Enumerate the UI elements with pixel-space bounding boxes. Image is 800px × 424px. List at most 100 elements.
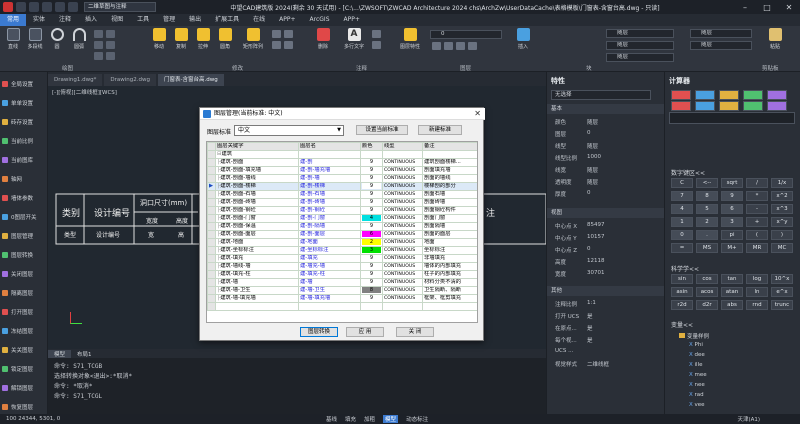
calc-sci-key[interactable]: tan bbox=[721, 274, 743, 284]
linetype-dropdown[interactable]: 随层 bbox=[606, 41, 674, 50]
layer-grid[interactable]: 图层关键字 图层名 颜色 线型 备注 ⊟建筑 ├建筑-剖面 建-剖 9 CONTINUO… bbox=[206, 141, 478, 323]
prop-value[interactable]: 1000 bbox=[587, 154, 601, 160]
maximize-icon[interactable]: □ bbox=[756, 3, 778, 12]
section-basic[interactable]: 基本 bbox=[547, 104, 665, 114]
calc-sci-key[interactable]: e^x bbox=[771, 287, 793, 297]
calc-variable[interactable]: X nee bbox=[689, 382, 705, 388]
cell-color[interactable]: 9 bbox=[360, 158, 383, 167]
tab-ext-tools[interactable]: 扩展工具 bbox=[208, 14, 246, 26]
dim-tool-icon[interactable] bbox=[372, 30, 381, 38]
status-scale[interactable]: 天津(A1) bbox=[737, 415, 760, 423]
cell-linetype[interactable]: CONTINUOUS bbox=[382, 270, 423, 279]
prop-value[interactable]: 随层 bbox=[587, 166, 598, 174]
redo-icon[interactable] bbox=[68, 2, 78, 12]
cell-color[interactable]: 9 bbox=[360, 270, 383, 279]
calc-key[interactable]: 8 bbox=[696, 191, 718, 201]
calc-key[interactable]: pi bbox=[721, 230, 743, 240]
layer-tool3-icon[interactable] bbox=[456, 42, 465, 50]
new-file-icon[interactable] bbox=[16, 2, 26, 12]
calc-key[interactable]: 4 bbox=[671, 204, 693, 214]
calc-variable[interactable]: X Phi bbox=[689, 342, 703, 348]
polyline-button[interactable]: 多段线 bbox=[24, 28, 46, 50]
cell-color[interactable] bbox=[360, 150, 383, 159]
mirror-tool-icon[interactable] bbox=[284, 30, 293, 38]
calc-variable[interactable]: X mee bbox=[689, 372, 707, 378]
cell-color[interactable]: 9 bbox=[360, 278, 383, 287]
calc-sci-key[interactable]: sin bbox=[671, 274, 693, 284]
open-file-icon[interactable] bbox=[29, 2, 39, 12]
apply-button[interactable]: 应 用 bbox=[346, 327, 384, 337]
cell-linetype[interactable]: CONTINUOUS bbox=[382, 246, 423, 255]
calc-key[interactable]: 5 bbox=[696, 204, 718, 214]
prop-value[interactable]: 随层 bbox=[587, 178, 598, 186]
table-row[interactable] bbox=[207, 302, 477, 311]
arch-tool-item[interactable]: 轴网 bbox=[2, 173, 46, 184]
tab-app-plus[interactable]: APP+ bbox=[337, 14, 367, 26]
calc-key[interactable]: ( bbox=[746, 230, 768, 240]
prop-value[interactable]: 0 bbox=[587, 246, 591, 252]
table-row[interactable]: ├建筑-剖面-石墙 建-剖-石墙 9 CONTINUOUS 剖面石墙 bbox=[207, 190, 477, 199]
calc-sci-key[interactable]: r2d bbox=[671, 300, 693, 310]
scale-tool-icon[interactable] bbox=[272, 41, 281, 49]
cell-linetype[interactable] bbox=[382, 150, 423, 159]
cell-color[interactable]: 9 bbox=[360, 182, 383, 191]
calc-key[interactable]: + bbox=[746, 217, 768, 227]
tab-layout1[interactable]: 布局1 bbox=[71, 350, 98, 358]
table-row[interactable]: ├建筑-剖面-保温 建-剖-隔墙 9 CONTINUOUS 剖面隔墙 bbox=[207, 222, 477, 231]
calc-key[interactable]: 7 bbox=[671, 191, 693, 201]
calc-tool-icon[interactable] bbox=[695, 101, 715, 111]
section-view[interactable]: 视图 bbox=[547, 208, 665, 218]
rotate-tool-icon[interactable] bbox=[272, 30, 281, 38]
calc-key[interactable]: * bbox=[746, 191, 768, 201]
calc-variable[interactable]: X vee bbox=[689, 402, 705, 408]
calc-key[interactable]: C bbox=[671, 178, 693, 188]
tab-solid[interactable]: 实体 bbox=[26, 14, 52, 26]
calc-key[interactable]: 1/x bbox=[771, 178, 793, 188]
table-row[interactable]: ├建筑-填充-柱 建-填充-柱 9 CONTINUOUS 柱子的内部填充 bbox=[207, 270, 477, 279]
table-row[interactable]: ├建筑-剖面-填充墙 建-剖-墙充墙 9 CONTINUOUS 剖面填充墙 bbox=[207, 166, 477, 175]
calc-key[interactable]: = bbox=[671, 243, 693, 253]
insert-button[interactable]: 插入 bbox=[512, 28, 534, 50]
arch-tool-item[interactable]: 解锁图层 bbox=[2, 382, 46, 393]
calc-key[interactable]: MS bbox=[696, 243, 718, 253]
arch-tool-item[interactable]: 冻结图层 bbox=[2, 325, 46, 336]
mtext-button[interactable]: A 多行文字 bbox=[340, 28, 368, 50]
save-icon[interactable] bbox=[42, 2, 52, 12]
cell-color[interactable]: 6 bbox=[360, 230, 383, 239]
cell-linetype[interactable] bbox=[382, 302, 423, 311]
calc-sci-key[interactable]: 10^x bbox=[771, 274, 793, 284]
fillet-button[interactable]: 圆角 bbox=[214, 28, 236, 50]
calc-variable[interactable]: X ille bbox=[689, 362, 703, 368]
arch-tool-item[interactable]: 锁定图层 bbox=[2, 363, 46, 374]
layer-tool1-icon[interactable] bbox=[432, 42, 441, 50]
circle-button[interactable]: 圆 bbox=[46, 28, 68, 50]
vars-root[interactable]: 变量样例 bbox=[679, 332, 709, 340]
region-tool-icon[interactable] bbox=[106, 52, 115, 60]
tab-annotate[interactable]: 注释 bbox=[52, 14, 78, 26]
calc-key[interactable]: 1 bbox=[671, 217, 693, 227]
vars-title[interactable]: 变量<< bbox=[671, 320, 693, 329]
calc-tool-icon[interactable] bbox=[743, 101, 763, 111]
sci-title[interactable]: 科学学<< bbox=[671, 264, 699, 273]
app-logo-icon[interactable] bbox=[3, 2, 13, 12]
calc-tool-icon[interactable] bbox=[719, 101, 739, 111]
close-icon[interactable]: ✕ bbox=[474, 108, 481, 120]
prop-value[interactable]: 10157 bbox=[587, 234, 605, 240]
tab-app[interactable]: APP+ bbox=[272, 14, 302, 26]
close-button[interactable]: 关 闭 bbox=[396, 327, 434, 337]
command-line[interactable]: 命令: S71_TCGB 选择转换对象<退出>:*取消* 命令: *取消* 命令… bbox=[48, 358, 546, 414]
cell-color[interactable]: 9 bbox=[360, 222, 383, 231]
arch-tool-item[interactable]: 关关图层 bbox=[2, 344, 46, 355]
stretch-button[interactable]: 拉伸 bbox=[192, 28, 214, 50]
arch-tool-item[interactable]: 0图层开关 bbox=[2, 211, 46, 222]
set-current-std-button[interactable]: 设置当前标准 bbox=[356, 125, 408, 135]
calc-sci-key[interactable]: cos bbox=[696, 274, 718, 284]
table-row[interactable]: ▶ ├建筑-剖面-楼梯 建-剖-楼梯 9 CONTINUOUS 楼梯剖的部分 bbox=[207, 182, 477, 191]
transparency-dropdown[interactable]: 随层 bbox=[690, 41, 752, 50]
table-row[interactable]: ├建筑-剖面-钢砼 建-剖-钢砼 9 CONTINUOUS 剖面钢砼构件 bbox=[207, 206, 477, 215]
undo-icon[interactable] bbox=[55, 2, 65, 12]
tab-manage[interactable]: 管理 bbox=[156, 14, 182, 26]
layer-properties-button[interactable]: 图层特性 bbox=[396, 28, 424, 50]
table-row[interactable]: ├建筑-剖面-面层 建-剖-面层 6 CONTINUOUS 剖面的面层 bbox=[207, 230, 477, 239]
status-dyn-dim[interactable]: 动态标注 bbox=[406, 415, 428, 423]
